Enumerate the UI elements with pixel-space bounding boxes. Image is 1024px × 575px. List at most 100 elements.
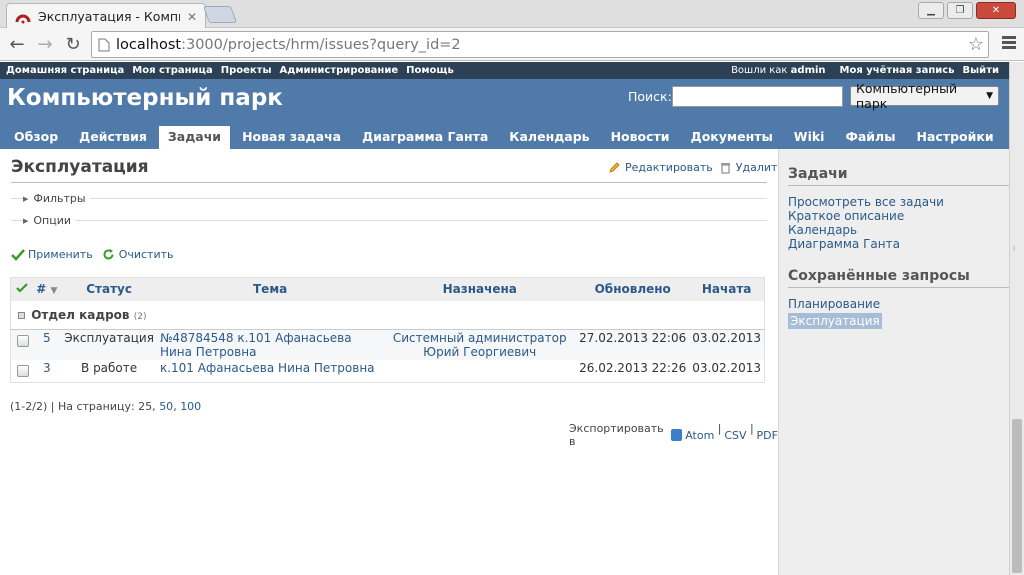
back-arrow-icon[interactable]: ←	[5, 33, 29, 55]
sort-desc-icon: ▼	[50, 286, 58, 297]
per-page-100[interactable]: 100	[180, 400, 201, 413]
export-prefix: Экспортировать в	[569, 422, 664, 448]
page-header: Компьютерный парк Поиск: Компьютерный па…	[0, 79, 1009, 149]
logged-user[interactable]: admin	[791, 65, 826, 76]
column-header-status[interactable]: Статус	[61, 277, 157, 301]
project-jump-select[interactable]: Компьютерный парк ▼	[850, 81, 999, 111]
options-toggle[interactable]: ▶ Опции	[23, 214, 76, 227]
scrollbar-grip-icon: ⁞	[1013, 245, 1016, 253]
bookmark-star-icon[interactable]: ☆	[968, 34, 984, 55]
per-page-50[interactable]: 50	[159, 400, 173, 413]
sidebar-summary[interactable]: Краткое описание	[788, 209, 1009, 223]
top-menu-logout[interactable]: Выйти	[963, 65, 999, 76]
tab-gantt[interactable]: Диаграмма Ганта	[353, 126, 497, 149]
reload-green-icon	[102, 248, 115, 261]
group-name: Отдел кадров	[31, 307, 130, 322]
browser-tab-active[interactable]: Эксплуатация - Компьютер ✕	[6, 3, 206, 29]
issue-id-link[interactable]: 5	[43, 331, 51, 345]
column-header-start[interactable]: Начата	[689, 277, 765, 301]
issue-assignee-link[interactable]: Системный администратор Юрий Георгиевич	[393, 331, 567, 359]
row-checkbox[interactable]	[17, 365, 29, 377]
scrollbar-thumb[interactable]	[1012, 419, 1022, 573]
sidebar-query-operation[interactable]: Эксплуатация	[788, 313, 882, 329]
tab-documents[interactable]: Документы	[682, 126, 782, 149]
pencil-icon	[608, 161, 621, 174]
new-tab-button[interactable]	[202, 6, 238, 23]
column-header-subject[interactable]: Тема	[156, 277, 384, 301]
export-links: Экспортировать в Atom | CSV | PDF	[569, 422, 778, 448]
column-header-assigned[interactable]: Назначена	[383, 277, 577, 301]
page-scrollbar[interactable]: ⁞	[1009, 62, 1024, 575]
top-menu: Домашняя страница Моя страница Проекты А…	[0, 62, 1009, 79]
trash-icon	[719, 161, 732, 174]
issue-id-link[interactable]: 3	[43, 361, 51, 375]
row-checkbox[interactable]	[17, 335, 29, 347]
tab-new-issue[interactable]: Новая задача	[233, 126, 350, 149]
sidebar-view-all-issues[interactable]: Просмотреть все задачи	[788, 195, 1009, 209]
tab-news[interactable]: Новости	[602, 126, 679, 149]
sidebar-gantt[interactable]: Диаграмма Ганта	[788, 237, 1009, 251]
sidebar: Задачи Просмотреть все задачи Краткое оп…	[778, 149, 1009, 575]
sidebar-queries-heading: Сохранённые запросы	[788, 268, 1009, 288]
page-icon	[98, 38, 110, 51]
apply-button[interactable]: Применить	[28, 248, 93, 261]
tab-issues[interactable]: Задачи	[158, 126, 231, 149]
issue-subject-link[interactable]: к.101 Афанасьева Нина Петровна	[160, 361, 375, 375]
minimize-window-icon[interactable]: ▁	[918, 2, 944, 19]
group-row: Отдел кадров (2)	[10, 300, 765, 330]
top-menu-my-page[interactable]: Моя страница	[132, 65, 212, 76]
close-window-icon[interactable]: ✕	[976, 2, 1016, 19]
search-input[interactable]	[672, 86, 843, 107]
forward-arrow-icon[interactable]: →	[33, 33, 57, 55]
issue-updated: 27.02.2013 22:06	[576, 329, 690, 360]
top-menu-projects[interactable]: Проекты	[221, 65, 272, 76]
url-path: :3000/projects/hrm/issues?query_id=2	[181, 36, 461, 53]
logged-as: Вошли как admin	[731, 65, 826, 76]
table-row: 5 Эксплуатация №48784548 к.101 Афанасьев…	[10, 329, 765, 360]
issue-start: 03.02.2013	[689, 329, 765, 360]
issue-start: 03.02.2013	[689, 360, 765, 382]
reload-icon[interactable]: ↻	[61, 33, 85, 55]
issue-assignee	[383, 360, 577, 382]
dropdown-caret-icon: ▼	[986, 91, 993, 101]
sidebar-query-planning[interactable]: Планирование	[788, 297, 1009, 311]
browser-toolbar: ← → ↻ localhost:3000/projects/hrm/issues…	[0, 28, 1024, 61]
edit-query-link[interactable]: Редактировать	[625, 161, 713, 174]
top-menu-administration[interactable]: Администрирование	[280, 65, 399, 76]
top-menu-my-account[interactable]: Моя учётная запись	[840, 65, 955, 76]
issue-status: Эксплуатация	[61, 329, 157, 360]
delete-query-link[interactable]: Удалить	[736, 161, 784, 174]
collapse-group-icon[interactable]	[18, 311, 25, 319]
project-title[interactable]: Компьютерный парк	[7, 85, 283, 111]
tab-calendar[interactable]: Календарь	[500, 126, 598, 149]
tab-overview[interactable]: Обзор	[5, 126, 67, 149]
export-pdf-link[interactable]: PDF	[757, 429, 778, 442]
main-content: Эксплуатация Редактировать Удалить ▶ Фил…	[0, 149, 784, 575]
column-header-updated[interactable]: Обновлено	[576, 277, 690, 301]
issue-subject-link[interactable]: №48784548 к.101 Афанасьева Нина Петровна	[160, 331, 352, 359]
select-all-checkmark-icon[interactable]	[10, 277, 33, 301]
title-divider	[11, 182, 767, 183]
browser-menu-icon[interactable]	[1002, 36, 1016, 51]
export-csv-link[interactable]: CSV	[724, 429, 746, 442]
top-menu-home[interactable]: Домашняя страница	[6, 65, 124, 76]
pagination-summary: (1-2/2) | На страницу: 25,	[10, 400, 156, 413]
clear-button[interactable]: Очистить	[119, 248, 174, 261]
filters-toggle[interactable]: ▶ Фильтры	[23, 192, 90, 205]
top-menu-help[interactable]: Помощь	[406, 65, 454, 76]
tab-settings[interactable]: Настройки	[908, 126, 1003, 149]
maximize-window-icon[interactable]: ❐	[947, 2, 973, 19]
browser-tab-title: Эксплуатация - Компьютер	[38, 9, 180, 24]
address-bar[interactable]: localhost:3000/projects/hrm/issues?query…	[91, 31, 989, 58]
sidebar-issues-heading: Задачи	[788, 166, 1009, 186]
tab-activity[interactable]: Действия	[70, 126, 156, 149]
column-header-num[interactable]: # ▼	[32, 277, 62, 301]
sidebar-calendar[interactable]: Календарь	[788, 223, 1009, 237]
tab-files[interactable]: Файлы	[836, 126, 904, 149]
export-atom-link[interactable]: Atom	[685, 429, 714, 442]
triangle-right-icon: ▶	[23, 194, 29, 203]
redmine-favicon-icon	[15, 9, 31, 25]
tab-close-icon[interactable]: ✕	[187, 10, 197, 24]
contextual-actions: Редактировать Удалить	[608, 161, 784, 174]
tab-wiki[interactable]: Wiki	[785, 126, 834, 149]
